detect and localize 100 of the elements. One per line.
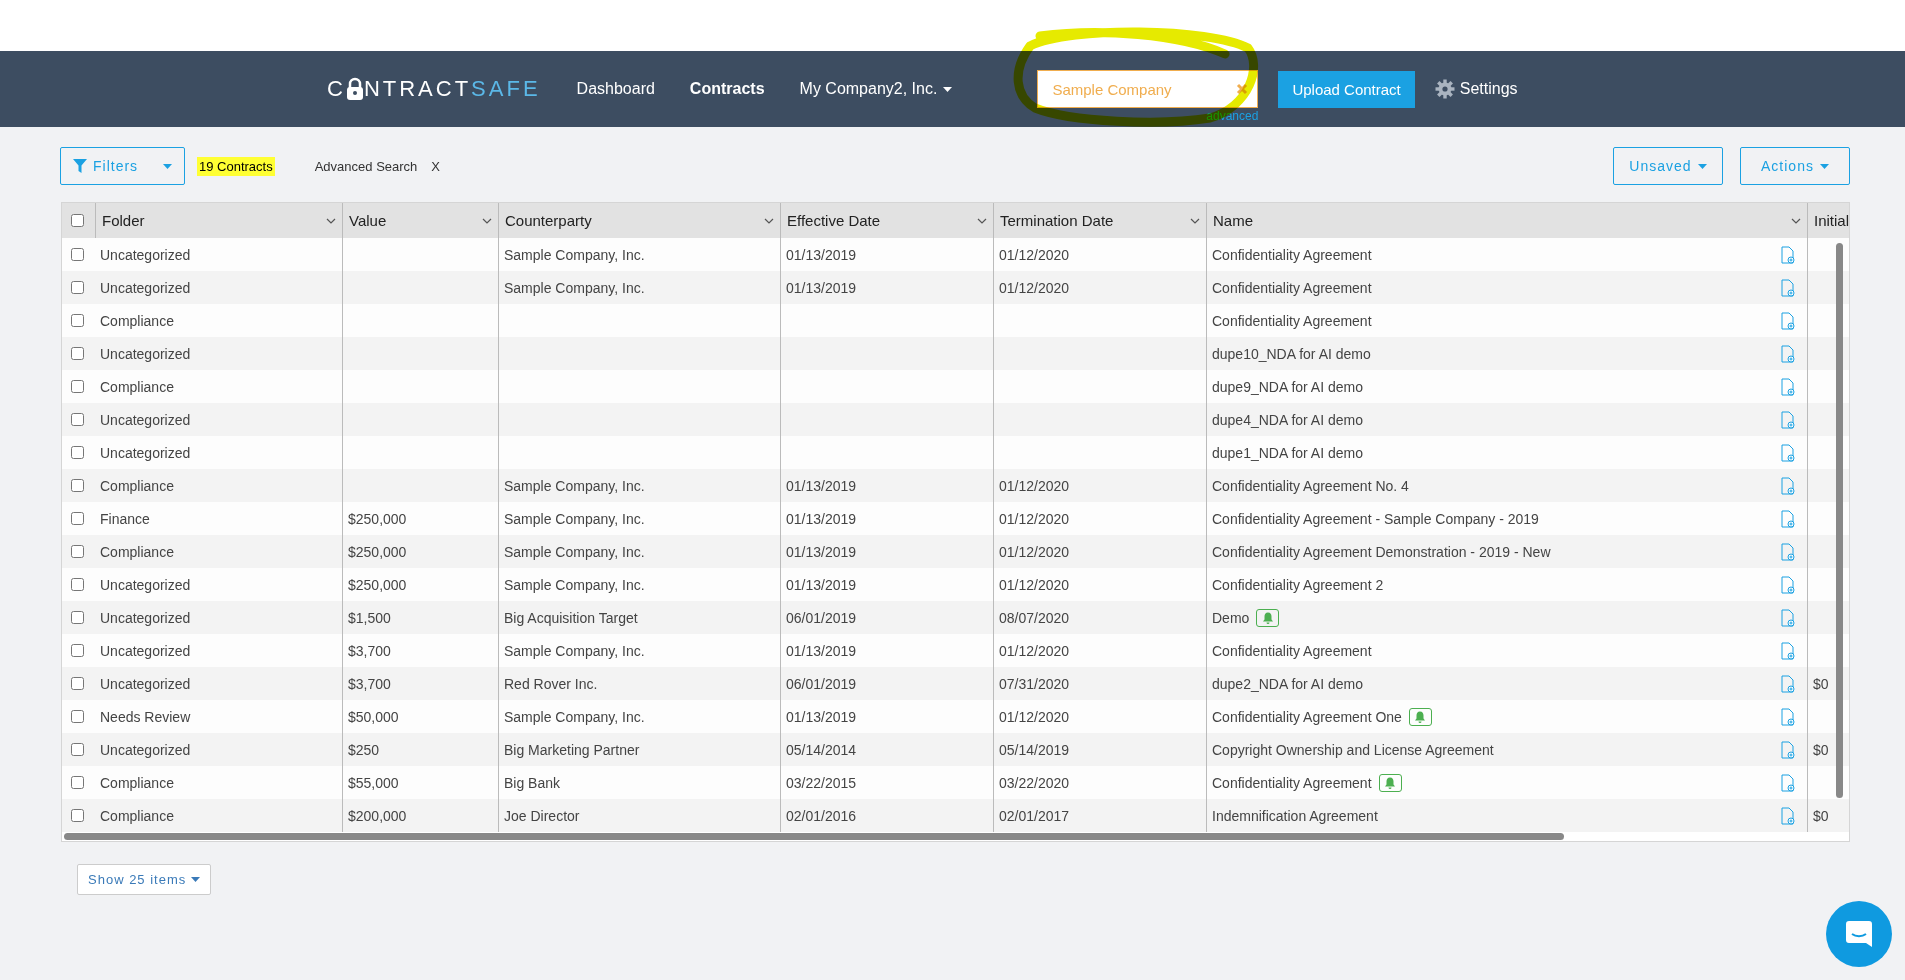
contract-name[interactable]: Confidentiality Agreement 2 xyxy=(1212,576,1384,593)
row-checkbox[interactable] xyxy=(71,281,84,294)
contract-name[interactable]: Copyright Ownership and License Agreement xyxy=(1212,741,1494,758)
clear-search-link[interactable]: X xyxy=(431,158,440,174)
contract-name[interactable]: Confidentiality Agreement xyxy=(1212,279,1372,296)
document-plus-icon[interactable] xyxy=(1781,344,1795,363)
contract-name[interactable]: dupe9_NDA for AI demo xyxy=(1212,378,1363,395)
document-plus-icon[interactable] xyxy=(1781,509,1795,528)
row-checkbox[interactable] xyxy=(71,314,84,327)
advanced-search-label: Advanced Search xyxy=(314,158,418,174)
row-checkbox[interactable] xyxy=(71,479,84,492)
row-checkbox[interactable] xyxy=(71,380,84,393)
alert-badge[interactable] xyxy=(1408,707,1432,726)
contract-name[interactable]: Confidentiality Agreement One xyxy=(1212,708,1402,725)
document-plus-icon[interactable] xyxy=(1781,377,1795,396)
table-cell: Big Acquisition Target xyxy=(504,609,638,626)
table-cell: 05/14/2019 xyxy=(999,741,1070,758)
row-checkbox[interactable] xyxy=(71,611,84,624)
row-checkbox[interactable] xyxy=(71,446,84,459)
table-cell: Compliance xyxy=(100,543,174,560)
row-checkbox[interactable] xyxy=(71,809,84,822)
document-plus-icon[interactable] xyxy=(1781,278,1795,297)
chevron-down-icon[interactable] xyxy=(482,217,492,224)
vertical-scrollbar[interactable] xyxy=(1836,243,1843,798)
caret-icon xyxy=(1819,163,1829,169)
table-row[interactable]: Compliance $250,000 Sample Company, Inc. 01/13/2019 01/12/2020 Confidentiality Agreement Demonstration - 2019 - New xyxy=(62,535,1849,568)
row-checkbox[interactable] xyxy=(71,512,84,525)
table-cell: Red Rover Inc. xyxy=(504,675,598,692)
chevron-down-icon[interactable] xyxy=(326,217,336,224)
chevron-down-icon[interactable] xyxy=(1190,217,1200,224)
document-plus-icon[interactable] xyxy=(1781,575,1795,594)
settings-link[interactable]: Settings xyxy=(1434,79,1518,99)
document-plus-icon[interactable] xyxy=(1781,476,1795,495)
table-row[interactable]: Uncategorized Sample Company, Inc. 01/13/2019 01/12/2020 Confidentiality Agreement xyxy=(62,271,1849,304)
document-plus-icon[interactable] xyxy=(1781,773,1795,792)
table-cell: 01/12/2020 xyxy=(999,576,1070,593)
contract-name[interactable]: dupe1_NDA for AI demo xyxy=(1212,444,1363,461)
contract-name[interactable]: Confidentiality Agreement No. 4 xyxy=(1212,477,1409,494)
caret-icon xyxy=(1697,163,1707,169)
table-cell: Sample Company, Inc. xyxy=(504,510,645,527)
document-plus-icon[interactable] xyxy=(1781,674,1795,693)
document-plus-icon[interactable] xyxy=(1781,641,1795,660)
row-checkbox[interactable] xyxy=(71,413,84,426)
contract-name[interactable]: dupe4_NDA for AI demo xyxy=(1212,411,1363,428)
horizontal-scrollbar[interactable] xyxy=(64,833,1564,840)
chevron-down-icon[interactable] xyxy=(1791,217,1801,224)
row-checkbox[interactable] xyxy=(71,347,84,360)
table-cell: Sample Company, Inc. xyxy=(504,576,645,593)
table-row[interactable]: Uncategorized dupe10_NDA for AI demo xyxy=(62,337,1849,370)
table-row[interactable]: Compliance Sample Company, Inc. 01/13/2019 01/12/2020 Confidentiality Agreement No. 4 xyxy=(62,469,1849,502)
row-checkbox[interactable] xyxy=(71,578,84,591)
select-all-checkbox[interactable] xyxy=(71,214,84,227)
document-plus-icon[interactable] xyxy=(1781,542,1795,561)
table-cell: 01/12/2020 xyxy=(999,279,1070,296)
chevron-down-icon[interactable] xyxy=(977,217,987,224)
document-plus-icon[interactable] xyxy=(1781,410,1795,429)
table-row[interactable]: Uncategorized $250 Big Marketing Partner 05/14/2014 05/14/2019 Copyright Ownership and License Agreement $0 xyxy=(62,733,1849,766)
contract-name[interactable]: Confidentiality Agreement - Sample Company - 2019 xyxy=(1212,510,1539,527)
contract-name[interactable]: Confidentiality Agreement xyxy=(1212,246,1372,263)
row-checkbox[interactable] xyxy=(71,644,84,657)
row-checkbox[interactable] xyxy=(71,677,84,690)
alert-badge[interactable] xyxy=(1256,608,1280,627)
alert-badge[interactable] xyxy=(1378,773,1402,792)
document-plus-icon[interactable] xyxy=(1781,608,1795,627)
contract-name[interactable]: Demo xyxy=(1212,609,1250,626)
contract-name[interactable]: Confidentiality Agreement Demonstration - 2019 - New xyxy=(1212,543,1551,560)
row-checkbox[interactable] xyxy=(71,248,84,261)
row-checkbox[interactable] xyxy=(71,545,84,558)
logo[interactable]: C NTRACTSAFE xyxy=(327,76,541,102)
nav-link[interactable]: Dashboard xyxy=(576,80,655,98)
table-cell: 01/12/2020 xyxy=(999,642,1070,659)
row-checkbox[interactable] xyxy=(71,710,84,723)
document-plus-icon[interactable] xyxy=(1781,311,1795,330)
document-plus-icon[interactable] xyxy=(1781,740,1795,759)
table-cell: Big Marketing Partner xyxy=(504,741,640,758)
contract-name[interactable]: dupe10_NDA for AI demo xyxy=(1212,345,1371,362)
table-cell: 07/31/2020 xyxy=(999,675,1070,692)
table-row[interactable]: Uncategorized $1,500 Big Acquisition Target 06/01/2019 08/07/2020 Demo xyxy=(62,601,1849,634)
table-row[interactable]: Uncategorized $3,700 Red Rover Inc. 06/01/2019 07/31/2020 dupe2_NDA for AI demo $0 xyxy=(62,667,1849,700)
table-row[interactable]: Uncategorized dupe4_NDA for AI demo xyxy=(62,403,1849,436)
chevron-down-icon[interactable] xyxy=(764,217,774,224)
document-plus-icon[interactable] xyxy=(1781,707,1795,726)
document-plus-icon[interactable] xyxy=(1781,245,1795,264)
nav-link[interactable]: Contracts xyxy=(689,80,765,98)
document-plus-icon[interactable] xyxy=(1781,443,1795,462)
table-cell: 05/14/2014 xyxy=(786,741,857,758)
contract-name[interactable]: Confidentiality Agreement xyxy=(1212,642,1372,659)
contract-name[interactable]: dupe2_NDA for AI demo xyxy=(1212,675,1363,692)
document-plus-icon[interactable] xyxy=(1781,806,1795,825)
row-checkbox[interactable] xyxy=(71,743,84,756)
contract-count: 19 Contracts xyxy=(197,156,275,176)
company-menu[interactable]: My Company2, Inc. xyxy=(799,80,953,98)
row-checkbox[interactable] xyxy=(71,776,84,789)
table-cell: $0 xyxy=(1813,807,1829,824)
table-row[interactable]: Compliance $200,000 Joe Director 02/01/2016 02/01/2017 Indemnification Agreement $0 xyxy=(62,799,1849,832)
contract-name[interactable]: Confidentiality Agreement xyxy=(1212,774,1372,791)
page-size-dropdown[interactable]: Show 25 items xyxy=(77,864,212,895)
table-cell: $0 xyxy=(1813,741,1829,758)
contract-name[interactable]: Indemnification Agreement xyxy=(1212,807,1378,824)
contract-name[interactable]: Confidentiality Agreement xyxy=(1212,312,1372,329)
